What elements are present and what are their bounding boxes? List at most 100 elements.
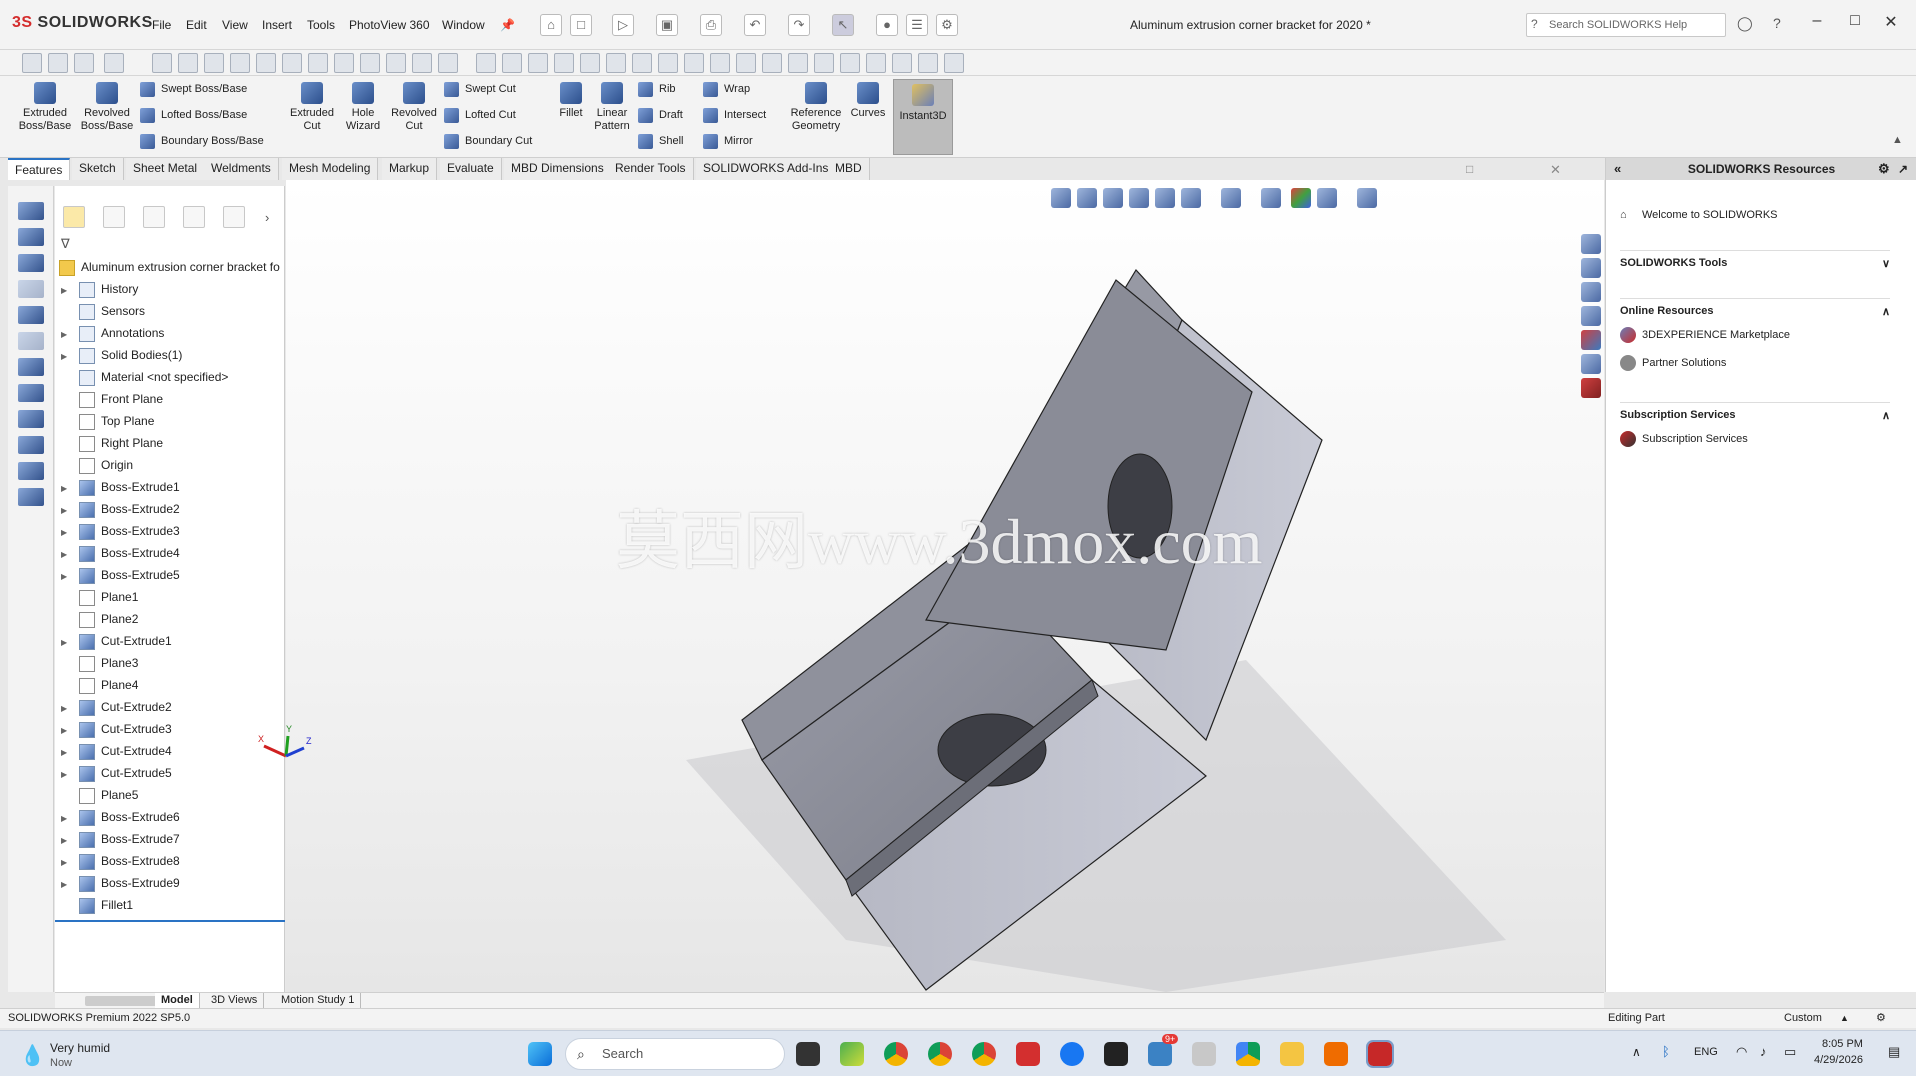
filter-blocks-icon[interactable] <box>632 53 652 73</box>
strip-tool-8-icon[interactable] <box>18 410 44 428</box>
draft-button[interactable]: Draft <box>638 106 683 124</box>
menu-photoview[interactable]: PhotoView 360 <box>349 18 430 32</box>
tile-icon[interactable]: □ <box>1466 162 1473 176</box>
welcome-link[interactable]: ⌂ Welcome to SOLIDWORKS <box>1620 206 1778 224</box>
expand-arrow-icon[interactable]: ▶ <box>61 720 73 742</box>
filter-bodies-icon[interactable] <box>256 53 276 73</box>
menu-edit[interactable]: Edit <box>186 18 207 32</box>
filter-toggle-icon[interactable] <box>48 53 68 73</box>
help-icon[interactable]: ? <box>1773 15 1781 31</box>
filter-dims-icon[interactable] <box>412 53 432 73</box>
tree-node[interactable]: Plane5 <box>55 784 138 806</box>
filter-dimension-text-icon[interactable] <box>944 53 964 73</box>
strip-tool-2-icon[interactable] <box>18 254 44 272</box>
filter-datum-icon[interactable] <box>476 53 496 73</box>
tab-mbd[interactable]: MBD <box>828 158 870 180</box>
save-icon[interactable]: ▣ <box>656 14 678 36</box>
tree-node[interactable]: Plane3 <box>55 652 138 674</box>
expand-arrow-icon[interactable]: ▶ <box>61 830 73 852</box>
expand-arrow-icon[interactable]: ▶ <box>61 742 73 764</box>
home-icon[interactable]: ⌂ <box>540 14 562 36</box>
maximize-icon[interactable]: □ <box>1840 12 1870 30</box>
filter-surfaces-icon[interactable] <box>230 53 250 73</box>
tab-evaluate[interactable]: Evaluate <box>440 158 502 180</box>
select-icon[interactable]: ↖ <box>832 14 854 36</box>
tree-node[interactable]: ▶ Cut-Extrude1 <box>55 630 172 652</box>
filter-surface-finish-icon[interactable] <box>554 53 574 73</box>
tab-render-tools[interactable]: Render Tools <box>608 158 694 180</box>
rib-button[interactable]: Rib <box>638 80 683 98</box>
strip-tool-4-icon[interactable] <box>18 306 44 324</box>
expand-arrow-icon[interactable]: ▶ <box>61 632 73 654</box>
filter-balloon-icon[interactable] <box>580 53 600 73</box>
strip-tool-6-icon[interactable] <box>18 358 44 376</box>
viewport-close-icon[interactable]: ✕ <box>1550 162 1561 178</box>
swept-cut-button[interactable]: Swept Cut <box>444 80 532 98</box>
expand-arrow-icon[interactable]: ▶ <box>61 544 73 566</box>
tree-node[interactable]: Front Plane <box>55 388 163 410</box>
filter-midpoint-icon[interactable] <box>840 53 860 73</box>
tree-node[interactable]: ▶ Cut-Extrude4 <box>55 740 172 762</box>
filter-components-icon[interactable] <box>892 53 912 73</box>
units-caret-icon[interactable]: ▲ <box>1840 1009 1849 1027</box>
tree-node[interactable]: Fillet1 <box>55 894 133 916</box>
revolved-cut-button[interactable]: Revolved Cut <box>388 82 440 133</box>
terminal-icon[interactable] <box>1104 1042 1128 1066</box>
app-green-icon[interactable] <box>840 1042 864 1066</box>
solidworks-tools-section[interactable]: SOLIDWORKS Tools ∨ <box>1620 250 1890 270</box>
strip-tool-3-icon[interactable] <box>18 280 44 298</box>
custom-properties-icon[interactable] <box>1581 354 1601 374</box>
reference-geometry-button[interactable]: Reference Geometry <box>786 82 846 133</box>
expand-arrow-icon[interactable]: ▶ <box>61 698 73 720</box>
tree-node[interactable]: ▶ Annotations <box>55 322 164 344</box>
expand-arrow-icon[interactable]: ▶ <box>61 324 73 346</box>
menu-tools[interactable]: Tools <box>307 18 335 32</box>
tree-node[interactable]: ▶ Solid Bodies(1) <box>55 344 182 366</box>
tab-weldments[interactable]: Weldments <box>204 158 279 180</box>
expand-arrow-icon[interactable]: ▶ <box>61 500 73 522</box>
taskbar-search-input[interactable]: Search <box>565 1038 785 1070</box>
expand-arrow-icon[interactable]: ▶ <box>61 566 73 588</box>
swept-boss-button[interactable]: Swept Boss/Base <box>140 80 264 98</box>
chevron-right-icon[interactable]: › <box>265 210 269 225</box>
tab-motion-study[interactable]: Motion Study 1 <box>275 993 362 1009</box>
extruded-cut-button[interactable]: Extruded Cut <box>286 82 338 133</box>
tree-node[interactable]: ▶ Cut-Extrude3 <box>55 718 172 740</box>
tree-node[interactable]: Material <not specified> <box>55 366 228 388</box>
filter-vertices-icon[interactable] <box>152 53 172 73</box>
expand-arrow-icon[interactable]: ▶ <box>61 852 73 874</box>
rollback-bar[interactable] <box>55 920 285 922</box>
online-resources-section[interactable]: Online Resources ∧ <box>1620 298 1890 318</box>
redo-icon[interactable]: ↷ <box>788 14 810 36</box>
graphics-area[interactable]: □ ✕ 莫西网www.3dmox.com X Y Z <box>258 162 1604 992</box>
strip-tool-7-icon[interactable] <box>18 384 44 402</box>
strip-tool-1-icon[interactable] <box>18 228 44 246</box>
tree-node[interactable]: ▶ Boss-Extrude9 <box>55 872 180 894</box>
file-properties-icon[interactable]: ☰ <box>906 14 928 36</box>
part-model[interactable] <box>286 180 1604 992</box>
traffic-light-icon[interactable]: ● <box>876 14 898 36</box>
tray-overflow-icon[interactable]: ∧ <box>1632 1045 1641 1059</box>
wrap-button[interactable]: Wrap <box>703 80 766 98</box>
filter-sketch-seg-icon[interactable] <box>814 53 834 73</box>
clock-time[interactable]: 8:05 PM <box>1822 1038 1863 1050</box>
expand-arrow-icon[interactable]: ▶ <box>61 346 73 368</box>
options-gear-icon[interactable]: ⚙ <box>936 14 958 36</box>
tree-filter-icon[interactable]: ∇ <box>61 236 70 252</box>
solidworks-forum-icon[interactable] <box>1581 378 1601 398</box>
filter-loops-icon[interactable] <box>866 53 886 73</box>
expand-arrow-icon[interactable]: ▶ <box>61 478 73 500</box>
file-explorer-taskbar-icon[interactable] <box>1280 1042 1304 1066</box>
filter-center-icon[interactable] <box>684 53 704 73</box>
strip-tool-11-icon[interactable] <box>18 488 44 506</box>
tab-sheet-metal[interactable]: Sheet Metal <box>126 158 206 180</box>
lofted-boss-button[interactable]: Lofted Boss/Base <box>140 106 264 124</box>
filter-sketch-icon[interactable] <box>334 53 354 73</box>
google-drive-icon[interactable] <box>1236 1042 1260 1066</box>
status-help-icon[interactable]: ⚙ <box>1876 1009 1886 1027</box>
filter-icon[interactable] <box>22 53 42 73</box>
filter-mark-icon[interactable] <box>710 53 730 73</box>
filter-mate-icon[interactable] <box>788 53 808 73</box>
mirror-button[interactable]: Mirror <box>703 132 766 150</box>
tree-node[interactable]: Right Plane <box>55 432 163 454</box>
